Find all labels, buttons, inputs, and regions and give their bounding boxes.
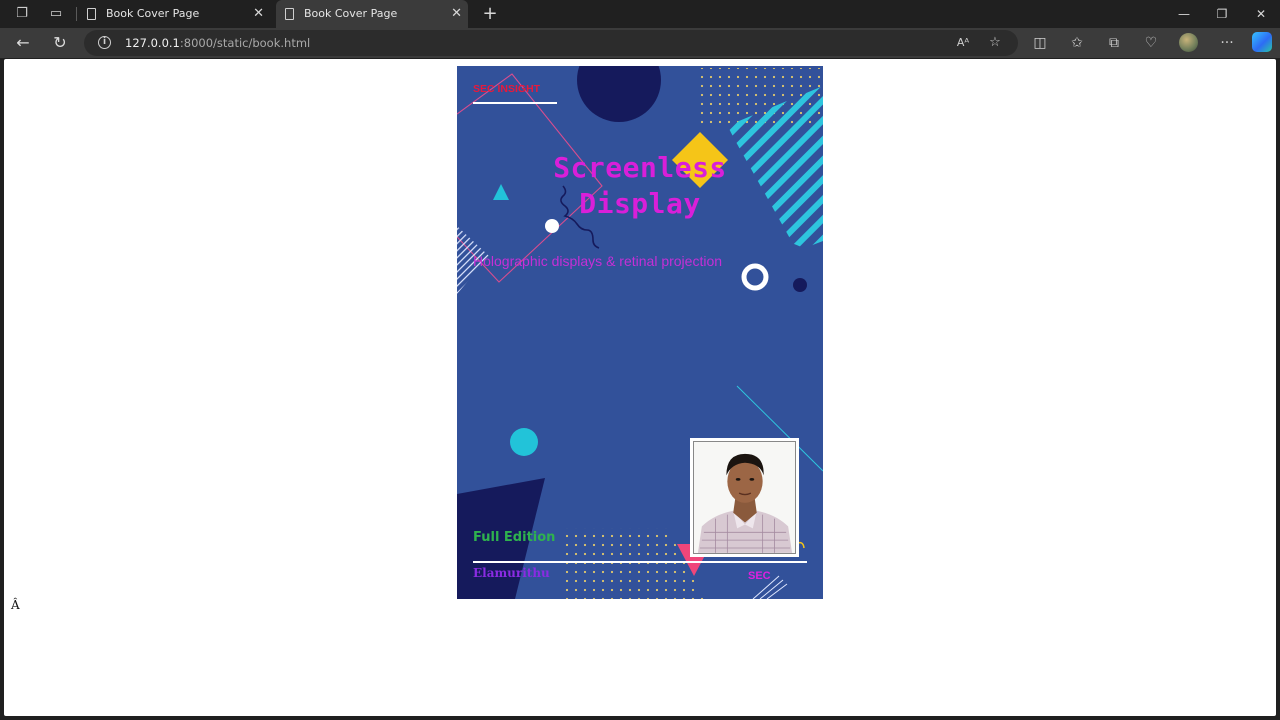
edition-label: Full Edition <box>473 530 556 545</box>
star-icon[interactable]: ☆ <box>986 34 1004 52</box>
plus-icon[interactable]: + <box>480 3 500 24</box>
page-viewport: SEC INSIGHT Screenless Display Holograph… <box>4 59 1276 716</box>
back-arrow-icon[interactable]: ← <box>12 32 34 54</box>
tab-title: Book Cover Page <box>304 7 398 20</box>
workspaces-icon[interactable]: ❐ <box>13 5 31 23</box>
footer-rule <box>473 561 807 563</box>
tab-separator <box>76 7 77 21</box>
collections-icon[interactable]: ⧉ <box>1103 32 1125 54</box>
document-icon <box>285 8 294 20</box>
read-aloud-icon[interactable]: Aᴬ <box>954 34 972 52</box>
cyan-circle <box>510 428 538 456</box>
stray-character: Â <box>11 598 20 612</box>
book-title-line-2: Display <box>579 187 701 220</box>
info-icon[interactable]: i <box>98 36 111 49</box>
author-photo-frame <box>690 438 799 557</box>
restore-icon[interactable]: ❐ <box>1203 0 1241 28</box>
heart-pulse-icon[interactable]: ♡ <box>1140 32 1162 54</box>
url-path: :8000/static/book.html <box>179 36 311 50</box>
refresh-icon[interactable]: ↻ <box>49 32 71 54</box>
author-photo <box>693 441 796 554</box>
url-text[interactable]: 127.0.0.1:8000/static/book.html <box>125 30 310 56</box>
bottom-dot-grid <box>561 528 705 599</box>
book-subtitle: Holographic displays & retinal projectio… <box>473 253 723 269</box>
tab-actions-icon[interactable]: ▭ <box>47 5 65 23</box>
minimize-icon[interactable]: — <box>1165 0 1203 28</box>
book-cover: SEC INSIGHT Screenless Display Holograph… <box>457 66 823 599</box>
avatar[interactable] <box>1179 33 1198 52</box>
browser-toolbar: ← ↻ i 127.0.0.1:8000/static/book.html Aᴬ… <box>0 28 1280 58</box>
brand-label: SEC INSIGHT <box>473 83 541 95</box>
close-window-icon[interactable]: ✕ <box>1242 0 1280 28</box>
navy-circle <box>577 66 661 122</box>
split-screen-icon[interactable]: ◫ <box>1029 32 1051 54</box>
browser-title-bar: ❐ ▭ Book Cover Page ✕ Book Cover Page ✕ … <box>0 0 1280 28</box>
navy-dot <box>793 278 807 292</box>
book-title: Screenless Display <box>517 150 763 222</box>
publisher-label: SEC <box>748 570 771 582</box>
tab-book-cover-2[interactable]: Book Cover Page ✕ <box>276 0 468 28</box>
tab-book-cover-1[interactable]: Book Cover Page ✕ <box>78 0 270 28</box>
url-host: 127.0.0.1 <box>125 36 180 50</box>
address-bar[interactable]: i 127.0.0.1:8000/static/book.html Aᴬ ☆ <box>84 30 1018 56</box>
cyan-triangle <box>493 184 509 200</box>
close-icon[interactable]: ✕ <box>253 0 264 28</box>
author-name: Elamurithu <box>473 566 550 580</box>
more-dots-icon[interactable]: ··· <box>1216 32 1238 54</box>
close-icon[interactable]: ✕ <box>451 0 462 28</box>
document-icon <box>87 8 96 20</box>
favorites-icon[interactable]: ✩ <box>1066 32 1088 54</box>
copilot-icon[interactable] <box>1252 32 1272 52</box>
brand-underline <box>473 102 557 104</box>
tab-title: Book Cover Page <box>106 7 200 20</box>
white-ring <box>741 263 769 291</box>
book-title-line-1: Screenless <box>553 151 727 184</box>
